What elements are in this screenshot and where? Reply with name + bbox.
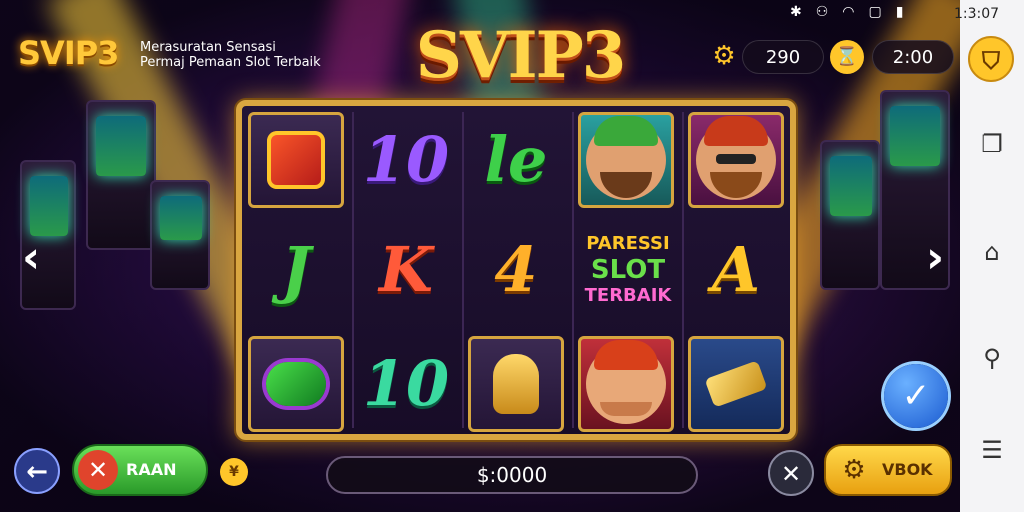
action-button[interactable]: ⚙ VBOK (824, 444, 952, 496)
screen-icon: ▢ (868, 4, 882, 20)
promo-line2: SLOT (590, 255, 666, 285)
background-slot-machine (150, 180, 210, 290)
reel-frame: J 10 K 10 le 4 PARESSI SLOT TERBAIK A (236, 100, 796, 440)
settings-gear-icon[interactable]: ⚙ (710, 42, 738, 70)
action-label: VBOK (882, 460, 933, 479)
hourglass-icon[interactable]: ⌛ (830, 40, 864, 74)
tagline-line2: Permaj Pemaan Slot Terbaik (140, 55, 321, 70)
symbol-4: 4 (494, 233, 538, 306)
back-arrow-button[interactable]: ← (14, 448, 60, 494)
tagline-line1: Merasuratan Sensasi (140, 40, 276, 55)
home-icon[interactable]: ⌂ (978, 238, 1006, 266)
profile-edit-icon[interactable]: ⚲ (978, 344, 1006, 372)
symbol-red-hat-man-card (578, 336, 674, 432)
symbol-golden-animal-card (468, 336, 564, 432)
brand-logo: SVIP3 (18, 34, 119, 72)
game-screen: SVIP3 Merasuratan Sensasi Permaj Pemaan … (0, 0, 960, 512)
recent-apps-icon[interactable]: ❐ (978, 130, 1006, 158)
confirm-check-button[interactable]: ✓ (884, 364, 948, 428)
system-nav-panel: 1:3:07 ⛉ ❐ ⌂ ⚲ ☰ (954, 0, 1024, 512)
cancel-x-button[interactable]: ✕ (768, 450, 814, 496)
chevron-left-icon[interactable]: ‹ (22, 232, 40, 283)
spin-label: RAAN (126, 460, 177, 479)
symbol-leaf-card (248, 336, 344, 432)
promo-card: PARESSI SLOT TERBAIK (578, 222, 678, 318)
promo-line1: PARESSI (586, 233, 670, 254)
symbol-k: K (379, 233, 433, 306)
nfc-icon: ⚇ (815, 4, 829, 20)
symbol-gold-bar-card (688, 336, 784, 432)
promo-line3: TERBAIK (584, 285, 672, 306)
brand-tagline: Merasuratan Sensasi Permaj Pemaan Slot T… (140, 40, 321, 70)
background-slot-machine (820, 140, 880, 290)
symbol-10: 10 (362, 123, 450, 196)
battery-icon: ▮ (895, 4, 904, 20)
background-slot-machine (86, 100, 156, 250)
symbol-green-hat-man-card (578, 112, 674, 208)
game-logo: SVIP3 (415, 18, 626, 93)
symbol-le: le (484, 123, 548, 196)
balance-display: $:0000 (326, 456, 698, 494)
symbol-fruit-card (248, 112, 344, 208)
symbol-10: 10 (362, 347, 450, 420)
menu-icon[interactable]: ☰ (978, 436, 1006, 464)
chevron-right-icon[interactable]: › (926, 232, 944, 283)
close-icon: ✕ (78, 450, 118, 490)
symbol-a: A (711, 233, 761, 306)
coin-counter: 290 (742, 40, 824, 74)
timer-display: 2:00 (872, 40, 954, 74)
spin-button[interactable]: ✕ RAAN (72, 444, 208, 496)
symbol-sunglasses-man-card (688, 112, 784, 208)
user-icon[interactable]: ⛉ (968, 36, 1014, 82)
status-time: 1:3:07 (954, 6, 1000, 22)
bluetooth-icon: ✱ (790, 4, 802, 20)
symbol-j: J (281, 233, 311, 306)
wifi-icon: ◠ (842, 4, 855, 20)
gear-icon: ⚙ (842, 455, 866, 485)
coin-icon[interactable]: ¥ (220, 458, 248, 486)
status-bar: ✱ ⚇ ◠ ▢ ▮ (790, 4, 903, 20)
